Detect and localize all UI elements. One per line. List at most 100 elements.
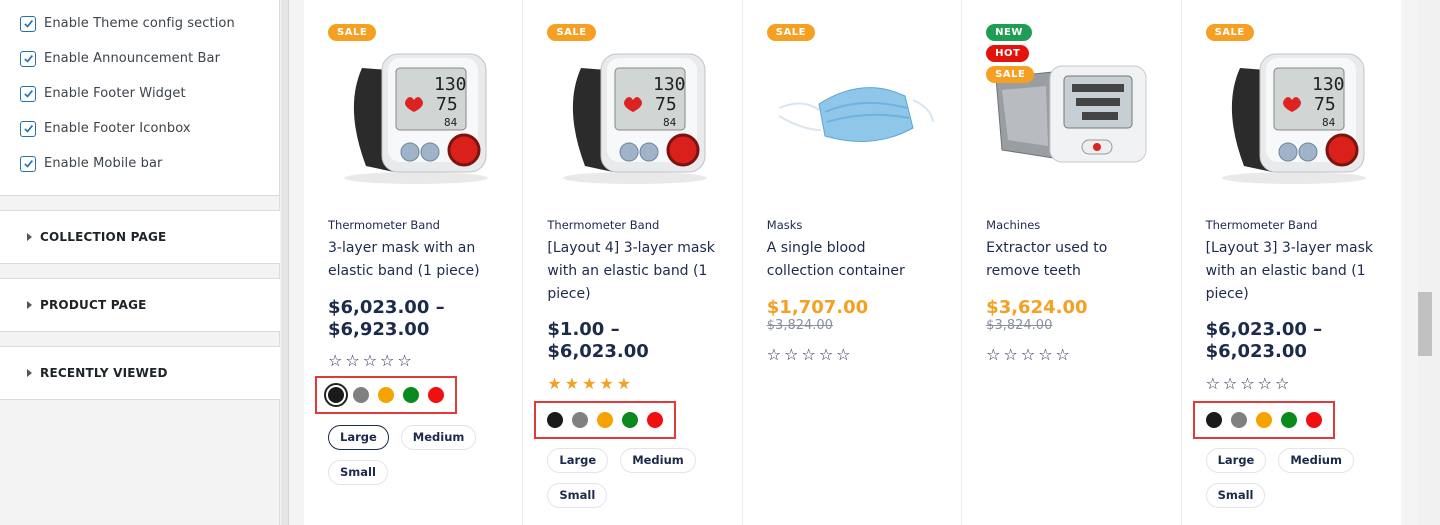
star-empty-icon: ☆ [1055, 345, 1070, 364]
section-recently-viewed[interactable]: RECENTLY VIEWED [0, 346, 280, 400]
swatch-gray[interactable] [572, 412, 589, 428]
blood-pressure-monitor-image[interactable]: 130 75 84 [543, 38, 723, 188]
swatch-green[interactable] [403, 387, 419, 403]
sale-badge: SALE [547, 24, 596, 41]
star-empty-icon: ☆ [986, 345, 1001, 364]
sale-badge: SALE [1205, 24, 1254, 41]
star-empty-icon: ☆ [1222, 374, 1238, 393]
size-option-medium[interactable]: Medium [620, 448, 696, 473]
product-card[interactable]: SALE Masks A single blood collection con… [743, 0, 963, 525]
checkbox-checked-icon[interactable] [20, 15, 36, 32]
checkbox-checked-icon[interactable] [20, 120, 36, 137]
section-collection-page[interactable]: COLLECTION PAGE [0, 210, 280, 264]
store-preview: SALE 130 75 84 Thermometer Band 3-layer … [290, 0, 1418, 525]
size-option-large[interactable]: Large [1205, 448, 1267, 473]
product-card[interactable]: SALE 130 75 84 Thermometer Band [Layout … [523, 0, 743, 525]
swatch-black[interactable] [324, 383, 348, 407]
rating-stars: ☆ ☆ ☆ ☆ ☆ [986, 347, 1070, 363]
swatch-orange[interactable] [597, 412, 614, 428]
swatch-red[interactable] [647, 412, 664, 428]
sale-badge: SALE [328, 24, 377, 41]
caret-right-icon [27, 301, 32, 309]
checkbox-label: Enable Footer Iconbox [44, 121, 191, 136]
customizer-sidebar: Enable Theme config section Enable Annou… [0, 0, 280, 525]
star-empty-icon: ☆ [345, 351, 360, 370]
caret-right-icon [27, 369, 32, 377]
product-category[interactable]: Masks [767, 218, 803, 232]
product-category[interactable]: Thermometer Band [547, 218, 659, 232]
product-title[interactable]: [Layout 3] 3-layer mask with an elastic … [1206, 237, 1376, 306]
checkbox-checked-icon[interactable] [20, 85, 36, 102]
swatch-black[interactable] [547, 412, 564, 428]
product-card[interactable]: SALE 130 75 84 Thermometer Band 3-layer … [304, 0, 524, 525]
product-title[interactable]: A single blood collection container [767, 237, 937, 283]
color-swatches [534, 401, 677, 439]
swatch-orange[interactable] [378, 387, 394, 403]
checkbox-checked-icon[interactable] [20, 155, 36, 172]
scrollbar-thumb[interactable] [1418, 292, 1432, 356]
checkbox-label: Enable Announcement Bar [44, 51, 221, 66]
original-price: $3,824.00 [986, 318, 1053, 333]
product-title[interactable]: [Layout 4] 3-layer mask with an elastic … [547, 237, 717, 306]
product-price: $1.00 – [547, 319, 620, 340]
swatch-gray[interactable] [353, 387, 369, 403]
checkbox-row-announcement-bar[interactable]: Enable Announcement Bar [0, 41, 279, 76]
preview-scrollbar[interactable] [1418, 0, 1440, 525]
size-option-small[interactable]: Small [1205, 483, 1266, 508]
section-product-page[interactable]: PRODUCT PAGE [0, 278, 280, 332]
checkbox-row-footer-widget[interactable]: Enable Footer Widget [0, 76, 279, 111]
product-category[interactable]: Thermometer Band [328, 218, 440, 232]
sale-badge: SALE [766, 24, 815, 41]
star-filled-icon: ★ [599, 374, 614, 393]
size-option-medium[interactable]: Medium [400, 425, 477, 450]
size-option-medium[interactable]: Medium [1278, 448, 1354, 473]
section-title: COLLECTION PAGE [40, 230, 167, 244]
monitor-diastolic: 75 [1314, 94, 1336, 115]
swatch-red[interactable] [1305, 412, 1322, 428]
product-grid: SALE 130 75 84 Thermometer Band 3-layer … [304, 0, 1401, 525]
size-option-small[interactable]: Small [547, 483, 608, 508]
monitor-pulse: 84 [1322, 116, 1336, 129]
checkbox-label: Enable Footer Widget [44, 86, 186, 101]
swatch-green[interactable] [1280, 412, 1297, 428]
product-category[interactable]: Machines [986, 218, 1040, 232]
product-card[interactable]: SALE 130 75 84 Thermometer Band [Layout … [1182, 0, 1401, 525]
checkbox-row-theme-config[interactable]: Enable Theme config section [0, 6, 279, 41]
badge-stack: SALE [547, 24, 596, 41]
size-option-large[interactable]: Large [328, 425, 389, 450]
face-mask-image[interactable] [763, 38, 943, 188]
swatch-green[interactable] [622, 412, 639, 428]
swatch-black[interactable] [1205, 412, 1222, 428]
product-card[interactable]: NEW HOT SALE Machines Extractor used to … [962, 0, 1182, 525]
swatch-gray[interactable] [1230, 412, 1247, 428]
star-empty-icon: ☆ [362, 351, 378, 370]
size-option-small[interactable]: Small [328, 460, 388, 485]
star-empty-icon: ☆ [1038, 345, 1053, 364]
sale-badge: SALE [986, 66, 1035, 83]
product-price-max: $6,023.00 [547, 341, 649, 362]
star-empty-icon: ☆ [1205, 374, 1220, 393]
badge-stack: SALE [1205, 24, 1254, 41]
monitor-pulse: 84 [444, 116, 458, 129]
swatch-orange[interactable] [1255, 412, 1272, 428]
checkbox-checked-icon[interactable] [20, 50, 36, 67]
blood-pressure-monitor-image[interactable]: 130 75 84 [1202, 38, 1382, 188]
panel-resize-divider[interactable] [281, 0, 289, 525]
checkbox-row-mobile-bar[interactable]: Enable Mobile bar [0, 146, 279, 181]
checkbox-row-footer-iconbox[interactable]: Enable Footer Iconbox [0, 111, 279, 146]
monitor-systolic: 130 [434, 74, 467, 95]
star-empty-icon: ☆ [1003, 345, 1018, 364]
monitor-diastolic: 75 [436, 94, 458, 115]
rating-stars: ☆ ☆ ☆ ☆ ☆ [328, 353, 412, 369]
star-empty-icon: ☆ [801, 345, 816, 364]
product-title[interactable]: 3-layer mask with an elastic band (1 pie… [328, 237, 498, 283]
star-empty-icon: ☆ [784, 345, 799, 364]
size-options: Large Medium Small [328, 425, 498, 485]
blood-pressure-monitor-image[interactable]: 130 75 84 [324, 38, 504, 188]
star-empty-icon: ☆ [766, 345, 782, 364]
product-category[interactable]: Thermometer Band [1206, 218, 1318, 232]
swatch-red[interactable] [428, 387, 444, 403]
size-option-large[interactable]: Large [547, 448, 609, 473]
product-title[interactable]: Extractor used to remove teeth [986, 237, 1156, 283]
badge-stack: SALE [766, 24, 815, 41]
